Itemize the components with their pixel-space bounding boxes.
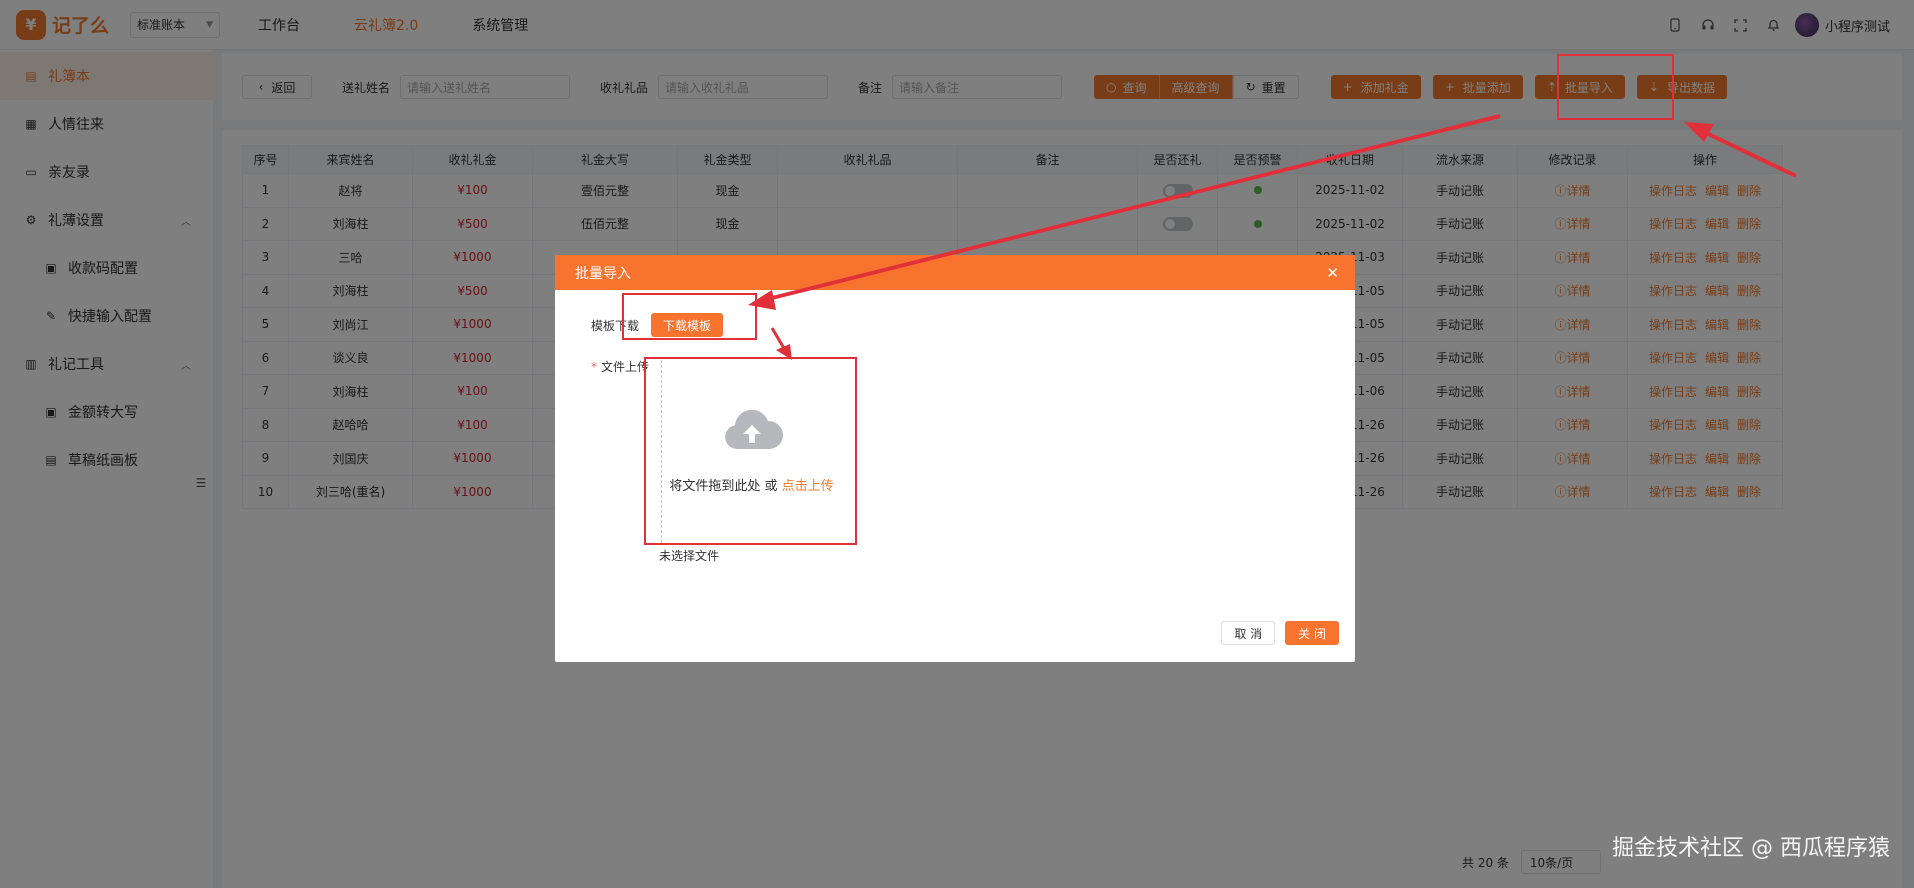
no-file-text: 未选择文件 (659, 549, 720, 563)
watermark: 掘金技术社区 @ 西瓜程序猿 (1612, 836, 1890, 861)
annotation-box-drop-zone (644, 357, 857, 545)
close-icon[interactable]: ✕ (1326, 264, 1339, 282)
dialog-header: 批量导入 ✕ (555, 255, 1355, 290)
upload-label-text: 文件上传 (601, 360, 650, 374)
dialog-footer: 取 消 关 闭 (1221, 621, 1339, 645)
close-button[interactable]: 关 闭 (1285, 621, 1339, 645)
dialog-title: 批量导入 (575, 265, 631, 282)
required-asterisk: * (591, 360, 597, 374)
cancel-button[interactable]: 取 消 (1221, 621, 1276, 645)
upload-label: * 文件上传 (591, 358, 649, 375)
annotation-box-import-button (1557, 54, 1674, 120)
annotation-box-download-template (622, 293, 757, 340)
